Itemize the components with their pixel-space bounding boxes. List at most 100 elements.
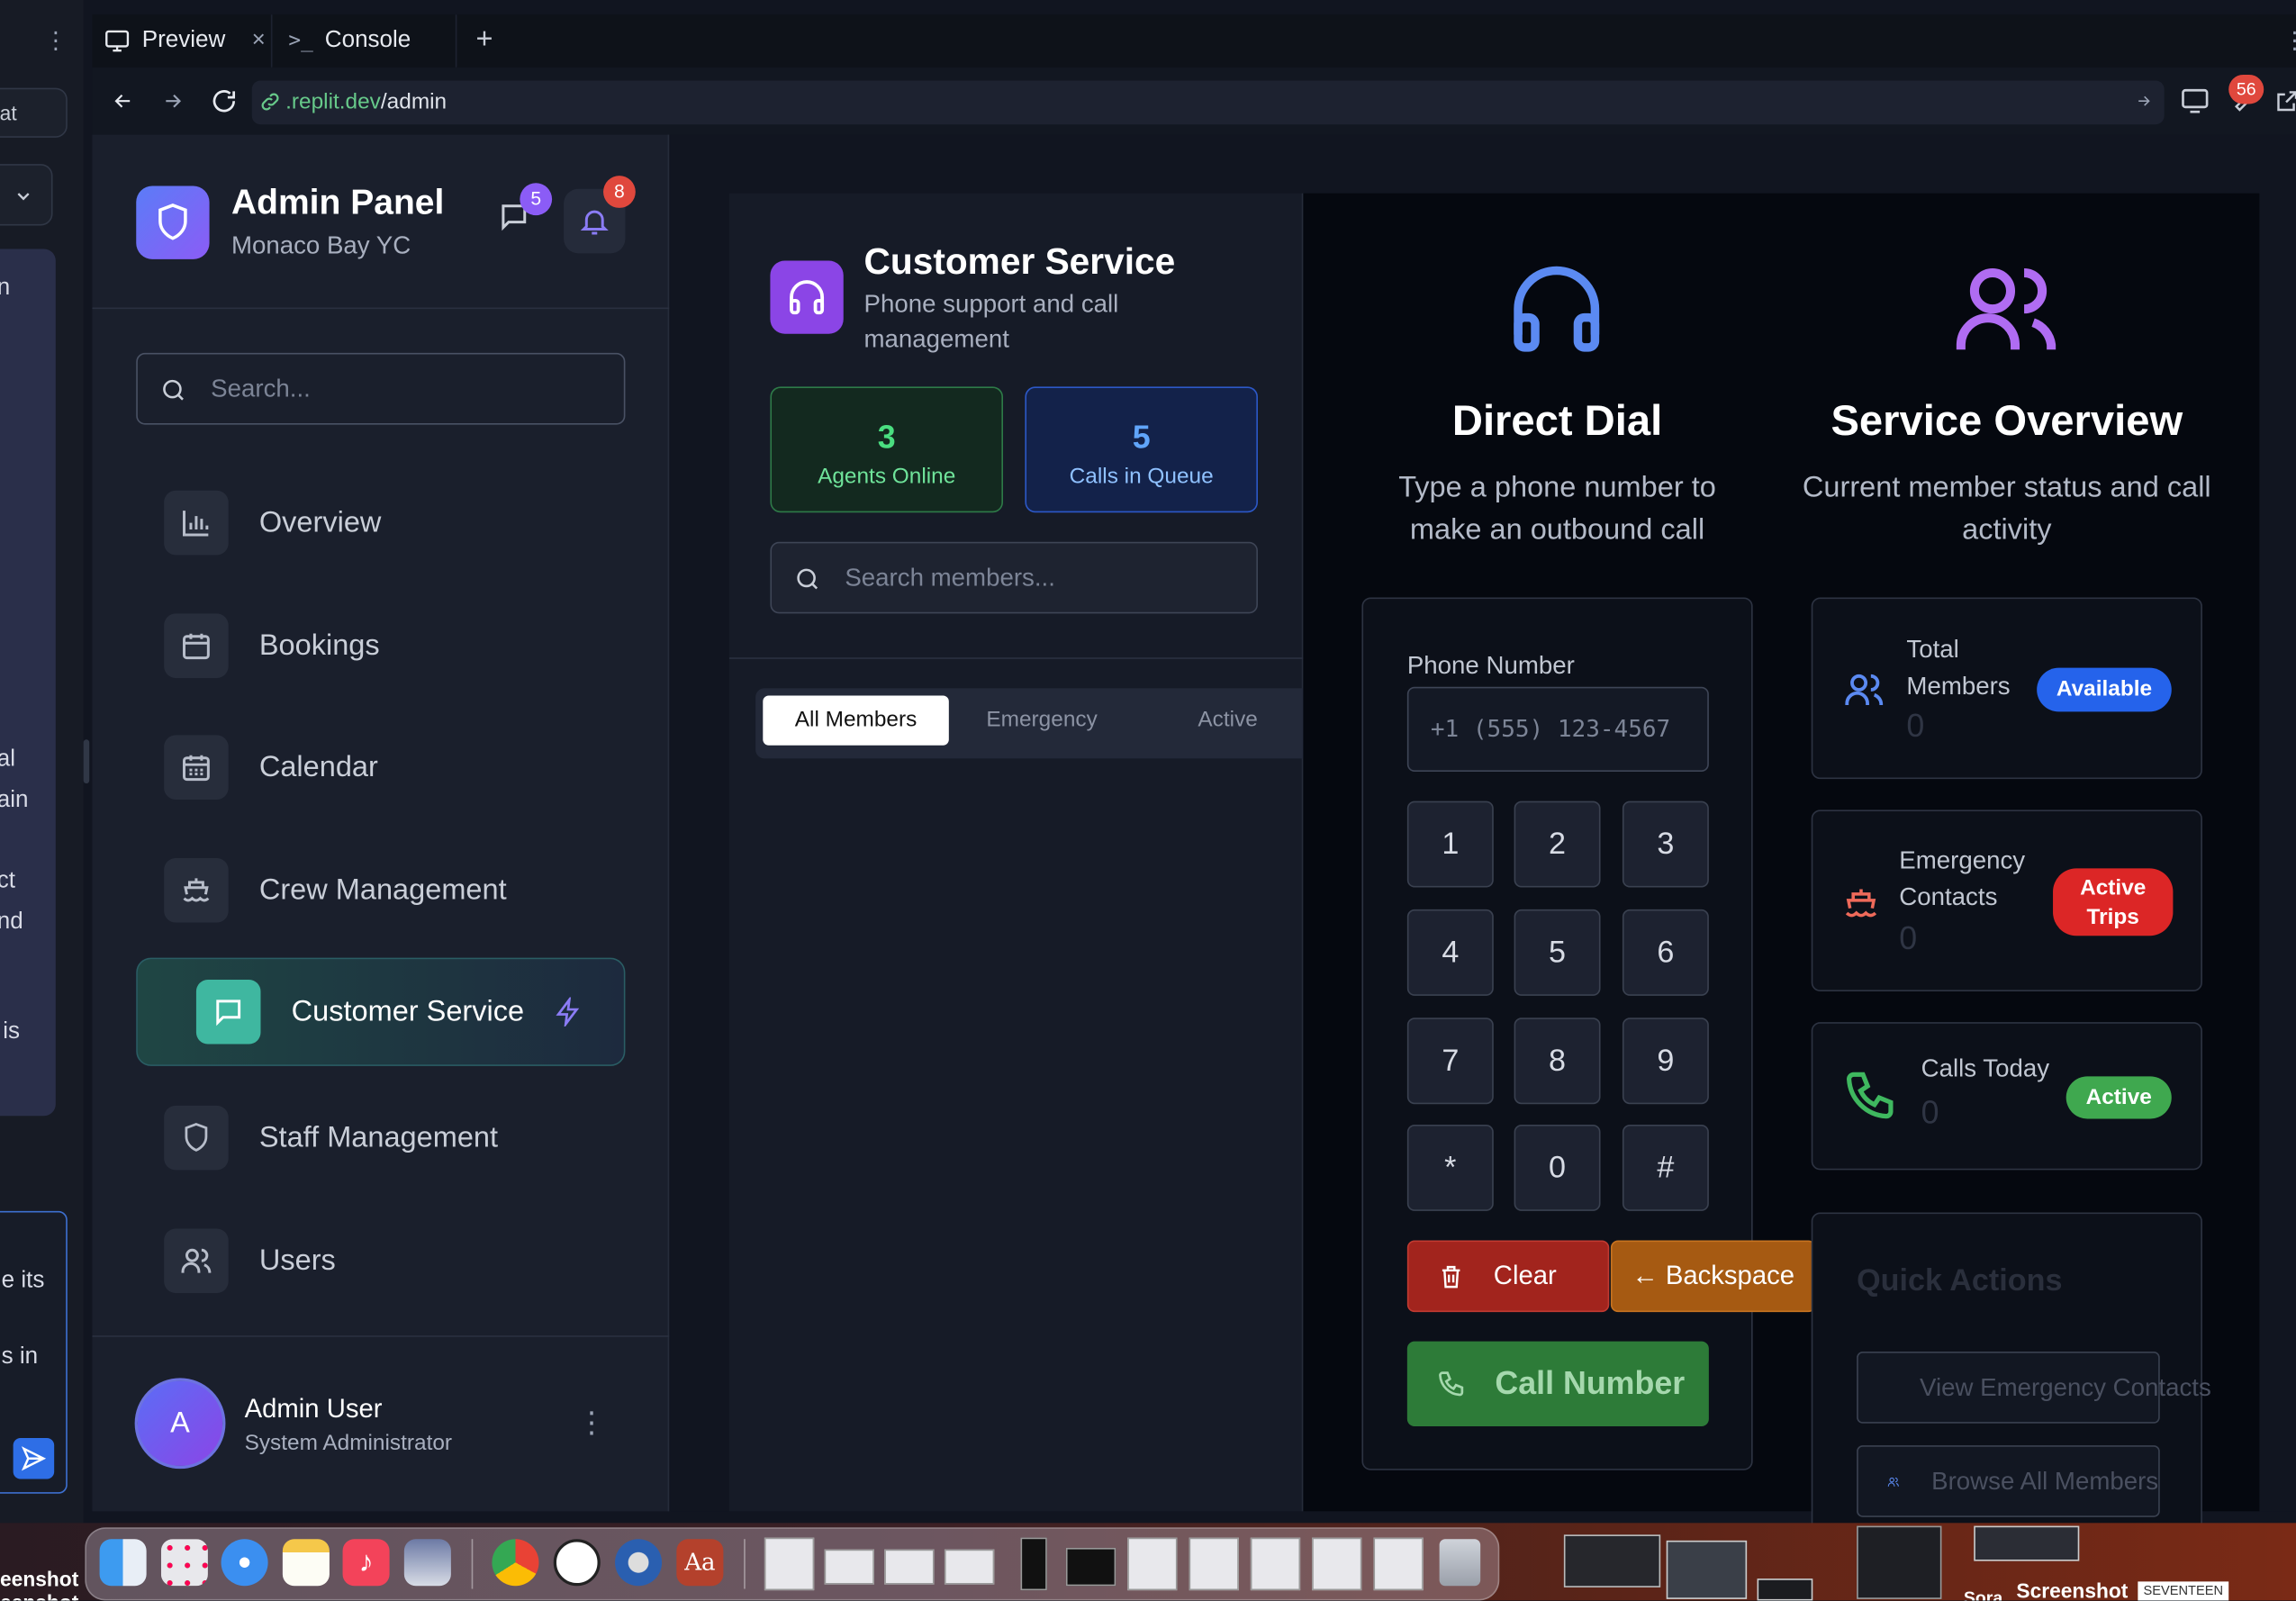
sidebar-item-calendar[interactable]: Calendar xyxy=(136,713,625,821)
dial-key[interactable]: 0 xyxy=(1514,1124,1601,1211)
sidebar-item-bookings[interactable]: Bookings xyxy=(136,592,625,700)
url-field[interactable] xyxy=(251,80,2165,125)
desktop-file-label[interactable]: Screenshot xyxy=(2016,1578,2128,1600)
new-tab-plus-icon[interactable]: + xyxy=(476,23,493,57)
user-menu-icon[interactable]: ⋮ xyxy=(577,1405,607,1442)
devices-icon[interactable] xyxy=(2181,88,2210,114)
quicktime-icon[interactable] xyxy=(615,1539,663,1587)
dial-key[interactable]: 3 xyxy=(1622,800,1709,888)
sidebar-search-input[interactable]: Search... xyxy=(136,352,626,425)
headset-badge xyxy=(770,260,844,334)
dial-key[interactable]: 6 xyxy=(1622,909,1709,996)
divider xyxy=(92,1335,670,1337)
dictionary-icon[interactable]: Aa xyxy=(676,1539,724,1587)
sidebar-item-customer-service[interactable]: Customer Service xyxy=(136,957,626,1066)
desktop-thumbnail[interactable] xyxy=(1563,1534,1661,1587)
reload-icon[interactable] xyxy=(210,86,240,116)
open-arrow-icon[interactable] xyxy=(2133,92,2154,110)
dial-key[interactable]: 1 xyxy=(1406,800,1494,888)
lightning-icon xyxy=(556,997,580,1027)
status-badge: Available xyxy=(2037,667,2172,712)
window-thumbnail[interactable] xyxy=(764,1537,815,1591)
browse-all-members-button[interactable]: Browse All Members xyxy=(1857,1445,2160,1517)
dial-key[interactable]: 9 xyxy=(1622,1018,1709,1105)
trash-icon[interactable] xyxy=(1439,1539,1481,1587)
close-icon[interactable]: × xyxy=(252,28,266,54)
chat-select-dropdown[interactable] xyxy=(0,164,53,226)
phone-number-input[interactable]: +1 (555) 123-4567 xyxy=(1406,686,1709,773)
chrome-icon[interactable] xyxy=(492,1539,539,1587)
notes-icon[interactable] xyxy=(282,1539,330,1587)
messages-badge: 5 xyxy=(520,183,553,216)
preview-app-icon[interactable] xyxy=(403,1539,451,1587)
window-thumbnail[interactable] xyxy=(884,1549,935,1585)
tab-preview[interactable]: Preview × xyxy=(104,14,266,68)
desktop-thumbnail[interactable]: SEVENTEEN xyxy=(2138,1581,2229,1601)
window-thumbnail[interactable] xyxy=(1065,1547,1116,1587)
window-thumbnail[interactable] xyxy=(944,1549,995,1585)
window-thumbnail[interactable] xyxy=(1312,1537,1362,1591)
window-thumbnail[interactable] xyxy=(1127,1537,1178,1591)
avatar[interactable]: A xyxy=(134,1378,226,1470)
tab-label: Console xyxy=(324,27,411,53)
call-number-button[interactable]: Call Number xyxy=(1406,1341,1709,1426)
sidebar-item-staff-management[interactable]: Staff Management xyxy=(136,1083,625,1191)
stat-value: 5 xyxy=(1132,419,1151,456)
card-value: 0 xyxy=(1899,919,1918,956)
dial-key[interactable]: 7 xyxy=(1406,1018,1494,1105)
dial-key[interactable]: 4 xyxy=(1406,909,1494,996)
desktop-file-label[interactable]: eenshot xyxy=(0,1567,78,1590)
sidebar-item-label: Customer Service xyxy=(291,995,525,1027)
card-value: 0 xyxy=(1906,707,1925,745)
desktop-thumbnail[interactable] xyxy=(1757,1578,1813,1601)
tab-emergency[interactable]: Emergency xyxy=(949,695,1135,745)
window-thumbnail[interactable] xyxy=(1373,1537,1424,1591)
backspace-button[interactable]: ← Backspace xyxy=(1610,1240,1816,1313)
window-thumbnail[interactable] xyxy=(1189,1537,1239,1591)
send-button[interactable] xyxy=(13,1438,55,1479)
dial-key[interactable]: 5 xyxy=(1514,909,1601,996)
notifications-button[interactable]: 8 xyxy=(564,176,636,254)
more-icon[interactable]: ⋮ xyxy=(2282,26,2296,56)
new-chat-button[interactable]: chat xyxy=(0,87,68,138)
dial-key[interactable]: # xyxy=(1622,1124,1709,1211)
tab-active[interactable]: Active xyxy=(1134,695,1321,745)
desktop-thumbnail[interactable] xyxy=(1857,1525,1942,1599)
sidebar-item-crew-management[interactable]: Crew Management xyxy=(136,837,625,945)
more-icon[interactable]: ⋮ xyxy=(44,26,68,56)
sidebar-title: Admin Panel xyxy=(231,183,445,223)
desktop-thumbnail[interactable] xyxy=(1666,1540,1748,1599)
dial-key[interactable]: 8 xyxy=(1514,1018,1601,1105)
dial-key[interactable]: * xyxy=(1406,1124,1494,1211)
finder-icon[interactable] xyxy=(99,1539,147,1587)
view-emergency-contacts-button[interactable]: View Emergency Contacts xyxy=(1857,1352,2211,1424)
headphones-icon xyxy=(1514,266,1600,352)
chat-fragment: nd xyxy=(0,909,23,935)
tab-all-members[interactable]: All Members xyxy=(763,695,949,746)
messages-button[interactable]: 5 xyxy=(498,183,553,240)
window-thumbnail[interactable] xyxy=(1020,1537,1047,1591)
launchpad-icon[interactable] xyxy=(160,1539,208,1587)
phone-number-label: Phone Number xyxy=(1406,651,1575,680)
window-thumbnail[interactable] xyxy=(1250,1537,1301,1591)
direct-dial-title: Direct Dial xyxy=(1451,398,1663,446)
back-arrow-icon[interactable] xyxy=(110,89,136,113)
dial-key[interactable]: 2 xyxy=(1514,800,1601,888)
tab-console[interactable]: >_ Console xyxy=(288,14,411,68)
member-search-input[interactable]: Search members... xyxy=(770,541,1258,614)
desktop-thumbnail[interactable] xyxy=(1974,1525,2080,1561)
sidebar-item-overview[interactable]: Overview xyxy=(136,468,625,576)
clear-button[interactable]: Clear xyxy=(1406,1240,1610,1313)
window-thumbnail[interactable] xyxy=(824,1549,874,1585)
sidebar-item-users[interactable]: Users xyxy=(136,1207,625,1315)
safari-icon[interactable] xyxy=(221,1539,268,1587)
ai-chat-panel: ⋮ chat n al ain ct nd is e its s in xyxy=(0,0,90,1524)
panel-resize-handle[interactable] xyxy=(83,739,90,784)
desktop-file-label[interactable]: eenshot xyxy=(0,1590,78,1600)
external-link-icon[interactable] xyxy=(2274,88,2296,114)
clock-app-icon[interactable] xyxy=(553,1539,601,1587)
forward-arrow-icon[interactable] xyxy=(159,89,185,113)
card-label: Calls Today xyxy=(1921,1054,2050,1082)
quick-actions-card: Quick Actions View Emergency Contacts Br… xyxy=(1811,1212,2211,1564)
music-icon[interactable]: ♪ xyxy=(342,1539,390,1587)
